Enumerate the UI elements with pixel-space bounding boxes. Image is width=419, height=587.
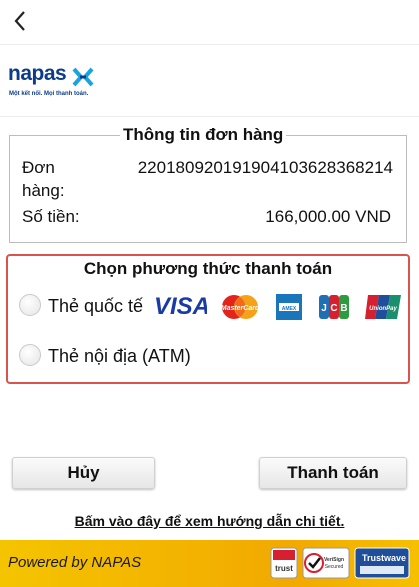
radio-international-card[interactable] [19,294,41,316]
unionpay-icon: UnionPay [365,295,401,319]
svg-text:B: B [340,303,347,314]
cancel-button[interactable]: Hủy [12,457,155,489]
jcb-icon: J C B [319,295,349,319]
back-button[interactable] [8,8,32,34]
powered-by-text: Powered by NAPAS [8,554,142,571]
svg-text:Trustwave: Trustwave [362,553,406,563]
svg-text:Secured: Secured [325,564,344,570]
trustwave-badge-icon: Trustwave [354,547,410,579]
verisign-badge-icon: VeriSign Secured [302,547,350,579]
svg-text:J: J [321,303,327,314]
option-domestic-card-label[interactable]: Thẻ nội địa (ATM) [48,346,191,367]
logo-tagline: Một kết nối. Mọi thanh toán. [9,91,89,97]
order-id-value: 22018092019190410362836821​4 [137,158,393,177]
amount-label: Số tiền: [22,207,80,226]
svg-text:C: C [330,303,337,314]
order-label-line2: hàng: [22,181,65,200]
option-international-card-label[interactable]: Thẻ quốc tế [48,296,143,317]
svg-text:VeriSign: VeriSign [324,557,344,563]
order-info-title: Thông tin đơn hàng [123,125,284,144]
amex-icon: AMEX [276,294,302,320]
mastercard-icon: MasterCard [221,295,260,319]
divider [0,116,419,117]
payment-method-title: Chọn phương thức thanh toán [83,259,333,278]
logo-wordmark: napas [8,62,67,85]
order-label-line1: Đơn [22,158,55,177]
svg-text:VISA: VISA [154,293,207,320]
pay-button[interactable]: Thanh toán [259,457,407,489]
svg-text:MasterCard: MasterCard [221,305,260,312]
napas-logo: napas Một kết nối. Mọi thanh toán. [8,60,98,104]
footer-bar: Powered by NAPAS trust VeriSign Secured … [0,540,419,587]
chevron-left-icon [14,11,25,31]
svg-text:AMEX: AMEX [282,306,297,312]
svg-text:trust: trust [275,564,293,573]
visa-icon: VISA [154,293,207,320]
amount-value: 166,000.00 VND [265,207,391,226]
svg-text:UnionPay: UnionPay [369,306,397,312]
top-bar [0,0,419,45]
trust-badge-icon: trust [270,547,298,579]
logo-x-mark [72,67,94,87]
guide-link[interactable]: Bấm vào đây để xem hướng dẫn chi tiết. [0,513,419,529]
radio-domestic-card[interactable] [19,344,41,366]
